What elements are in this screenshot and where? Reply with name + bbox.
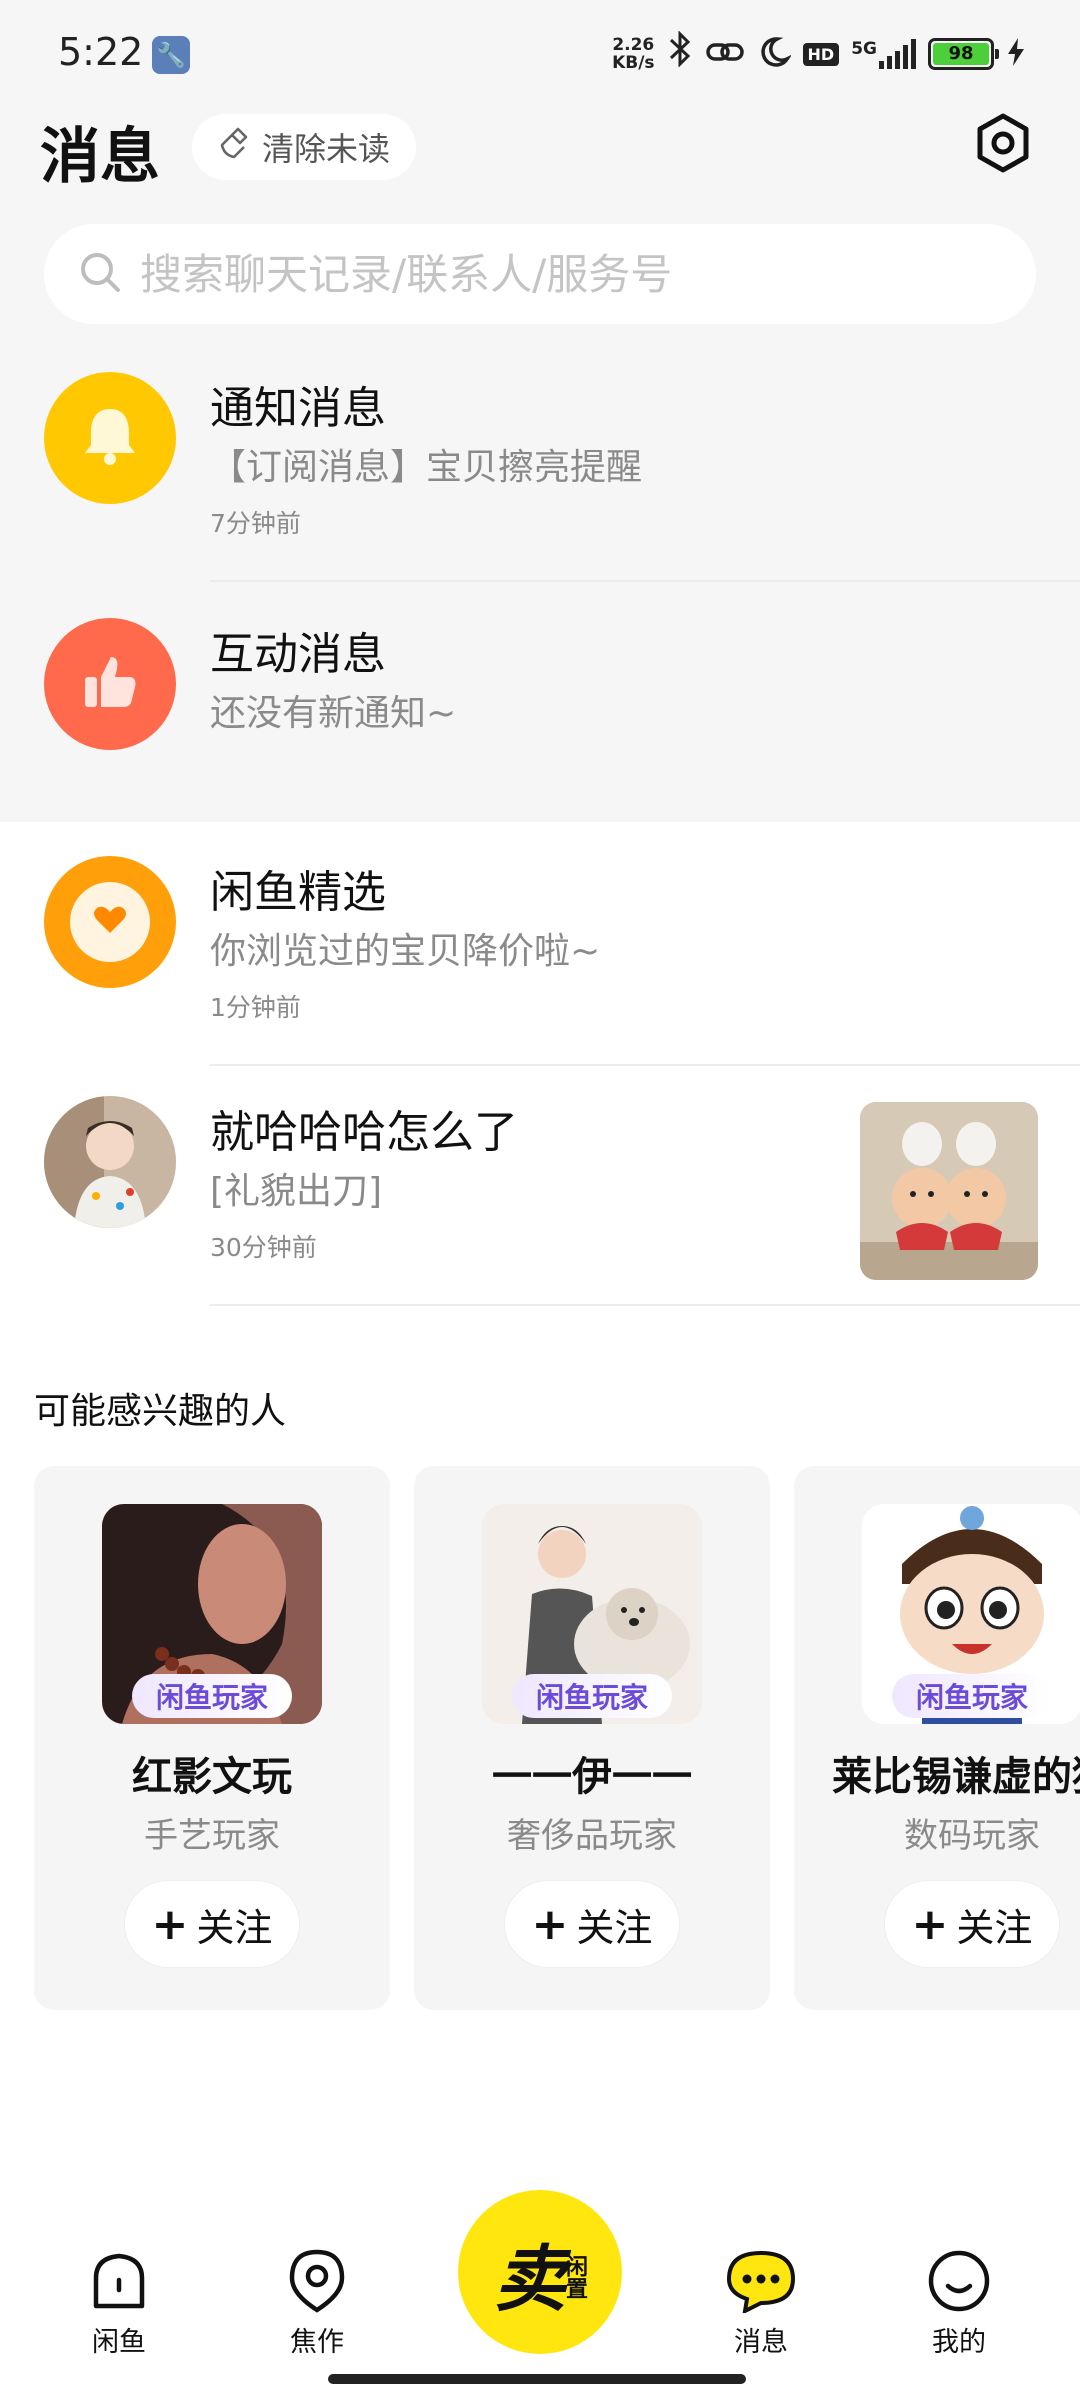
heart-icon [93,905,127,939]
moon-icon [757,35,792,73]
follow-button[interactable]: + 关注 [504,1880,680,1968]
person-name: 红影文玩 [132,1754,292,1800]
thumbs-up-icon [75,647,145,721]
message-row-notifications[interactable]: 通知消息 【订阅消息】宝贝擦亮提醒 7分钟前 [0,342,1080,582]
section-title-suggested: 可能感兴趣的人 [34,1391,287,1432]
suggested-people-carousel[interactable]: 闲鱼玩家 红影文玩 手艺玩家 + 关注 闲鱼玩家 一一伊一一 奢侈品玩家 + 关… [34,1466,1080,2010]
player-badge: 闲鱼玩家 [892,1674,1052,1718]
person-role: 数码玩家 [904,1816,1040,1856]
nav-home[interactable]: 闲鱼 [54,2246,184,2359]
person-card[interactable]: 闲鱼玩家 红影文玩 手艺玩家 + 关注 [34,1466,390,2010]
message-preview: 你浏览过的宝贝降价啦~ [210,931,601,972]
bluetooth-icon [667,29,693,78]
person-card[interactable]: 闲鱼玩家 莱比锡谦虚的猪 数码玩家 + 关注 [794,1466,1080,2010]
message-row-interactions[interactable]: 互动消息 还没有新通知~ [0,582,1080,822]
nav-mine[interactable]: 我的 [894,2246,1024,2359]
message-preview: 还没有新通知~ [210,693,457,734]
divider [210,1304,1080,1306]
nav-messages-label: 消息 [734,2327,788,2358]
search-input[interactable] [140,249,1000,299]
sell-sublabel: 闲置 [562,2255,587,2299]
message-name: 互动消息 [210,629,386,680]
message-name: 通知消息 [210,383,386,434]
person-avatar: 闲鱼玩家 [482,1504,702,1724]
network-speed-value: 2.26 [612,35,655,55]
person-card[interactable]: 闲鱼玩家 一一伊一一 奢侈品玩家 + 关注 [414,1466,770,2010]
status-bar: 5:22 🔧 2.26 KB/s HD 5G 98 [0,0,1080,110]
thumbs-up-avatar [44,618,176,750]
message-row-xianyu-picks[interactable]: 闲鱼精选 你浏览过的宝贝降价啦~ 1分钟前 [0,826,1080,1066]
message-preview: 【订阅消息】宝贝擦亮提醒 [210,447,643,488]
settings-button[interactable] [972,112,1034,178]
plus-icon: + [151,1898,189,1950]
broom-icon [218,125,254,169]
person-role: 奢侈品玩家 [507,1816,677,1856]
bell-avatar [44,372,176,504]
status-time: 5:22 [58,30,144,74]
gear-icon [972,112,1034,178]
message-time: 30分钟前 [210,1233,317,1262]
message-time: 1分钟前 [210,993,301,1022]
search-icon [78,250,122,298]
hd-badge: HD [802,42,840,66]
location-icon [252,2246,382,2316]
bell-icon [75,401,145,475]
sell-label: 卖 [493,2236,566,2321]
item-thumbnail[interactable] [860,1102,1038,1280]
nav-home-label: 闲鱼 [92,2327,146,2358]
message-row-chat[interactable]: 就哈哈哈怎么了 [礼貌出刀] 30分钟前 [0,1066,1080,1306]
follow-label: 关注 [196,1905,273,1950]
smile-icon [894,2246,1024,2316]
battery-icon: 98 [928,38,999,70]
clear-unread-label: 清除未读 [262,130,391,168]
battery-level: 98 [933,43,989,65]
person-name: 莱比锡谦虚的猪 [832,1754,1080,1800]
follow-button[interactable]: + 关注 [884,1880,1060,1968]
home-indicator[interactable] [328,2374,746,2384]
network-speed: 2.26 KB/s [612,36,654,72]
message-name: 就哈哈哈怎么了 [210,1107,518,1158]
network-type: 5G [851,39,877,59]
search-bar[interactable] [44,224,1036,324]
wrench-icon: 🔧 [152,36,190,74]
person-avatar: 闲鱼玩家 [102,1504,322,1724]
message-time: 7分钟前 [210,509,301,538]
nav-focus-label: 焦作 [290,2327,344,2358]
message-preview: [礼貌出刀] [210,1171,383,1212]
clear-unread-button[interactable]: 清除未读 [192,114,416,180]
signal-icon: 5G [851,39,916,69]
person-role: 手艺玩家 [144,1816,280,1856]
plus-icon: + [531,1898,569,1950]
sell-button[interactable]: 卖 闲置 [458,2190,622,2354]
person-name: 一一伊一一 [492,1754,692,1800]
user-avatar [44,1096,176,1228]
status-icons: 2.26 KB/s HD 5G 98 [612,29,1026,78]
home-icon [54,2246,184,2316]
heart-avatar [44,856,176,988]
nav-mine-label: 我的 [932,2327,986,2358]
page-title: 消息 [40,122,160,192]
chat-bubble-icon [696,2246,826,2316]
nav-messages[interactable]: 消息 [696,2246,826,2359]
player-badge: 闲鱼玩家 [132,1674,292,1718]
network-speed-unit: KB/s [612,53,655,73]
charging-icon [1006,37,1026,71]
player-badge: 闲鱼玩家 [512,1674,672,1718]
plus-icon: + [911,1898,949,1950]
person-avatar: 闲鱼玩家 [862,1504,1080,1724]
follow-label: 关注 [576,1905,653,1950]
message-name: 闲鱼精选 [210,867,386,918]
follow-button[interactable]: + 关注 [124,1880,300,1968]
link-icon [705,37,745,71]
nav-focus[interactable]: 焦作 [252,2246,382,2359]
follow-label: 关注 [956,1905,1033,1950]
